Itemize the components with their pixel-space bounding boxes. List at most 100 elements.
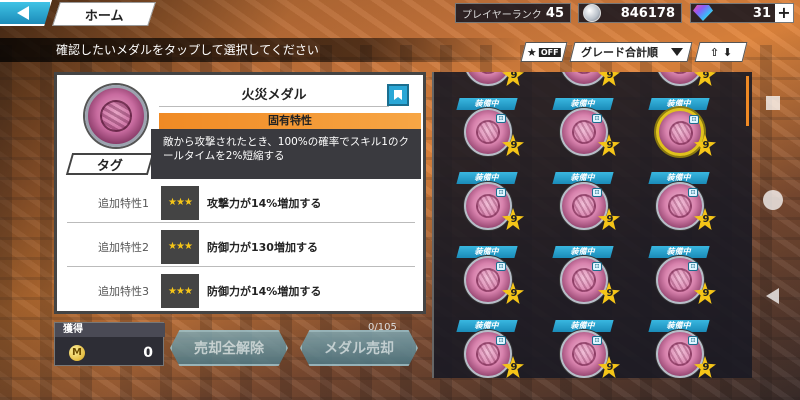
medal-grid-item[interactable]: 装備中⊡9 (454, 172, 524, 242)
star-icon: ★ (527, 45, 538, 59)
lock-icon: ⊡ (592, 262, 602, 271)
grade-value: 9 (606, 288, 614, 299)
home-label: ホーム (84, 8, 124, 24)
back-nav-icon[interactable] (766, 288, 779, 304)
favorite-filter-state: OFF (539, 47, 561, 57)
trait-row: 追加特性3 ★★★ 防御力が14%増加する (67, 271, 415, 311)
medal-icon: ⊡ (464, 330, 512, 378)
lock-icon: ⊡ (496, 188, 506, 197)
sell-count: 0/105 (368, 322, 397, 333)
medal-icon: ⊡ (560, 182, 608, 230)
trait-label: 追加特性3 (98, 285, 149, 298)
lock-icon: ⊡ (688, 336, 698, 345)
trait-label: 追加特性2 (98, 240, 149, 254)
grade-value: 9 (702, 72, 710, 81)
lock-icon: ⊡ (592, 188, 602, 197)
medal-name: 火災メダル (159, 85, 389, 107)
trait-text: 防御力が14%増加する (207, 285, 322, 298)
chevron-down-icon (671, 48, 683, 56)
trait-row: 追加特性1 ★★★ 攻撃力が14%増加する (67, 183, 415, 223)
gem-value: 31 (752, 5, 771, 21)
grade-value: 9 (510, 140, 518, 151)
medal-icon: ⊡ (656, 256, 704, 304)
up-arrow-icon: ⇧ (710, 45, 720, 59)
home-nav-icon[interactable] (763, 190, 783, 210)
medal-icon: ⊡ (560, 330, 608, 378)
tag-button[interactable]: タグ (65, 153, 155, 175)
lock-icon: ⊡ (688, 262, 698, 271)
unsell-all-button[interactable]: 売却全解除 (170, 330, 288, 366)
medal-grid-item[interactable]: 装備中⊡9 (454, 98, 524, 168)
scrollbar[interactable] (746, 76, 749, 126)
gem-icon (693, 5, 713, 21)
grade-value: 9 (510, 288, 518, 299)
medal-grid-item[interactable]: 装備中⊡9 (550, 72, 620, 98)
bookmark-button[interactable] (387, 84, 409, 106)
medal-grid-item[interactable]: 装備中⊡9 (550, 98, 620, 168)
medal-image (85, 85, 147, 147)
coin-box: 846178 (578, 3, 682, 23)
silver-coin-icon (583, 4, 601, 22)
medal-icon: ⊡ (464, 256, 512, 304)
medal-grid-item[interactable]: 装備中⊡9 (454, 72, 524, 98)
medal-grid-item[interactable]: 装備中⊡9 (550, 172, 620, 242)
medal-icon: ⊡ (464, 182, 512, 230)
medal-grid-item[interactable]: 装備中⊡9 (646, 320, 716, 378)
coin-value: 846178 (620, 5, 675, 21)
bookmark-icon (394, 90, 402, 100)
grade-value: 9 (606, 214, 614, 225)
medal-detail-panel: タグ 火災メダル 固有特性 敵から攻撃されたとき、100%の確率でスキル1のクー… (54, 72, 426, 314)
acquired-value: 0 (143, 345, 153, 361)
grade-value: 9 (702, 214, 710, 225)
unique-trait-text: 敵から攻撃されたとき、100%の確率でスキル1のクールタイムを2%短縮する (151, 129, 421, 179)
grade-value: 9 (606, 72, 614, 81)
back-button[interactable] (0, 0, 52, 26)
lock-icon: ⊡ (689, 115, 699, 124)
lock-icon: ⊡ (496, 336, 506, 345)
medal-icon: ⊡ (464, 108, 512, 156)
medal-currency-icon: M (69, 345, 85, 361)
add-gems-button[interactable]: + (775, 4, 793, 22)
medal-grid-item[interactable]: 装備中⊡9 (550, 320, 620, 378)
sort-order-button[interactable]: ⇧ ⬇ (694, 42, 748, 62)
sell-medal-button[interactable]: メダル売却 (300, 330, 418, 366)
grade-value: 9 (510, 362, 518, 373)
unique-trait-header: 固有特性 (159, 113, 421, 129)
trait-text: 攻撃力が14%増加する (207, 196, 322, 210)
lock-icon: ⊡ (592, 336, 602, 345)
player-rank-value: 45 (545, 5, 564, 21)
grade-value: 9 (702, 288, 710, 299)
medal-icon: ⊡ (656, 108, 704, 156)
lock-icon: ⊡ (592, 114, 602, 123)
medal-grid-item[interactable]: 装備中⊡9 (454, 320, 524, 378)
favorite-filter-toggle[interactable]: ★ OFF (520, 42, 568, 62)
acquired-box: 獲得 M 0 (54, 322, 165, 366)
lock-icon: ⊡ (496, 114, 506, 123)
sort-label: グレード合計順 (581, 46, 658, 59)
medal-grid-item[interactable]: 装備中⊡9 (454, 246, 524, 316)
medal-icon: ⊡ (656, 330, 704, 378)
instruction-text: 確認したいメダルをタップして選択してください (0, 38, 520, 62)
player-rank-label: プレイヤーランク (462, 9, 542, 21)
tag-label: タグ (96, 158, 123, 174)
medal-grid-item[interactable]: 装備中⊡9 (646, 72, 716, 98)
grade-value: 9 (606, 362, 614, 373)
grade-value: 9 (606, 140, 614, 151)
trait-stars: ★★★ (161, 274, 199, 308)
medal-grid[interactable]: 装備中⊡9装備中⊡9装備中⊡9装備中⊡9装備中⊡9装備中⊡9装備中⊡9装備中⊡9… (432, 72, 752, 378)
home-button[interactable]: ホーム (52, 2, 156, 26)
medal-grid-item[interactable]: 装備中⊡9 (646, 172, 716, 242)
medal-icon: ⊡ (656, 182, 704, 230)
medal-grid-item[interactable]: 装備中⊡9 (646, 98, 716, 168)
medal-grid-item[interactable]: 装備中⊡9 (646, 246, 716, 316)
trait-text: 防御力が130増加する (207, 240, 318, 254)
grade-value: 9 (702, 362, 710, 373)
trait-stars: ★★★ (161, 229, 199, 264)
gem-box: 31 + (690, 3, 794, 23)
trait-row: 追加特性2 ★★★ 防御力が130増加する (67, 227, 415, 267)
medal-icon: ⊡ (560, 108, 608, 156)
sort-select[interactable]: グレード合計順 (569, 42, 693, 62)
recent-apps-icon[interactable] (766, 96, 780, 110)
back-arrow-icon (17, 6, 29, 20)
medal-grid-item[interactable]: 装備中⊡9 (550, 246, 620, 316)
